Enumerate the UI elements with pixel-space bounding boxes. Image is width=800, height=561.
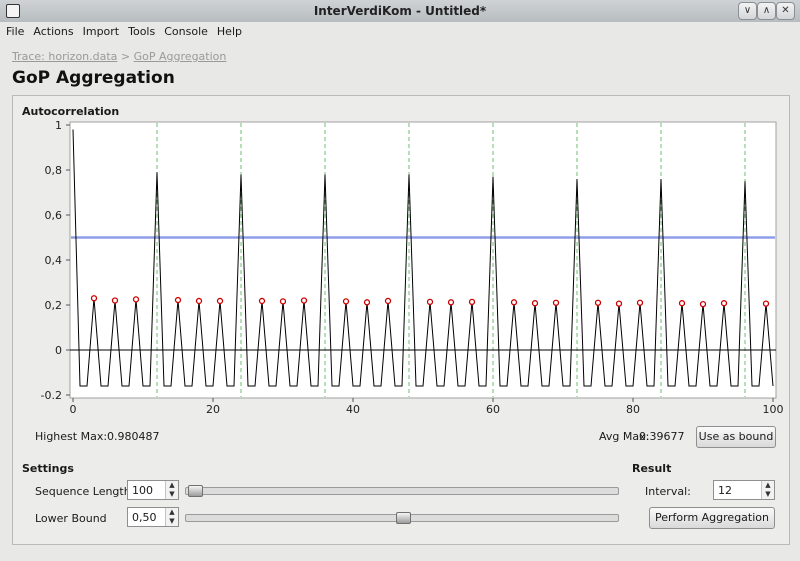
y-tick-label: 1 (55, 119, 62, 132)
menu-help[interactable]: Help (211, 22, 245, 38)
peak-marker (468, 298, 476, 306)
peak-marker (447, 299, 455, 306)
lower-bound-label: Lower Bound (35, 512, 107, 525)
peak-marker (531, 300, 539, 307)
minimize-icon[interactable]: ∨ (738, 2, 757, 20)
lower-bound-stepper-icon[interactable]: ▲ ▼ (165, 508, 178, 526)
y-tick-label: 0 (55, 344, 62, 357)
autocorrelation-chart: -0.2 0 0,2 0,4 0,6 0,8 1 0 20 40 60 80 100 (41, 119, 784, 416)
x-tick-label: 100 (763, 403, 784, 416)
lower-bound-slider[interactable] (185, 512, 619, 524)
peak-marker (699, 300, 707, 308)
peak-marker (762, 300, 770, 307)
close-icon[interactable]: ✕ (776, 2, 795, 20)
peak-marker (678, 300, 686, 307)
x-tick-label: 80 (626, 403, 640, 416)
interval-label: Interval: (645, 485, 691, 498)
aggregation-panel: Autocorrelation -0.2 0 0,2 0,4 0,6 0,8 1 0 20 40 6… (12, 95, 790, 545)
sequence-length-slider[interactable] (185, 485, 619, 497)
avg-max-value: 0.39677 (639, 430, 685, 443)
peak-marker (342, 298, 350, 305)
menu-file[interactable]: File (0, 22, 27, 38)
sequence-length-stepper-icon[interactable]: ▲ ▼ (165, 481, 178, 499)
peak-marker (216, 297, 224, 305)
settings-label: Settings (22, 462, 74, 475)
maximize-icon[interactable]: ∧ (757, 2, 776, 20)
interval-stepper-icon[interactable]: ▲ ▼ (761, 481, 774, 499)
peak-marker (279, 298, 287, 305)
peak-marker (132, 296, 140, 303)
breadcrumb-root[interactable]: Trace: horizon.data (12, 50, 117, 63)
y-tick-label: 0,4 (45, 254, 63, 267)
breadcrumb-current[interactable]: GoP Aggregation (134, 50, 227, 63)
menu-tools[interactable]: Tools (122, 22, 158, 38)
y-tick-label: 0,8 (45, 164, 63, 177)
interval-spinbox[interactable]: 12 ▲ ▼ (713, 480, 775, 500)
peak-marker (426, 298, 434, 306)
y-tick-label: -0.2 (41, 389, 62, 402)
peak-marker (510, 299, 518, 306)
lower-bound-value: 0,50 (132, 511, 157, 524)
sequence-length-slider-handle[interactable] (188, 485, 203, 497)
peak-marker (363, 299, 371, 306)
perform-aggregation-button[interactable]: Perform Aggregation (649, 507, 775, 529)
y-tick-label: 0,2 (45, 299, 63, 312)
x-tick-label: 40 (346, 403, 360, 416)
peak-marker (615, 300, 623, 307)
menu-actions[interactable]: Actions (27, 22, 76, 38)
menu-bar: File Actions Import Tools Console Help (0, 22, 800, 42)
peak-marker (90, 295, 98, 302)
breadcrumb-separator: > (120, 50, 131, 63)
menu-console[interactable]: Console (158, 22, 211, 38)
x-tick-label: 20 (206, 403, 220, 416)
lower-bound-slider-handle[interactable] (396, 512, 411, 524)
highest-max-value: 0.980487 (107, 430, 160, 443)
peak-marker (636, 299, 644, 306)
title-bar: InterVerdiKom - Untitled* ∨ ∧ ✕ (0, 0, 800, 23)
page-title: GoP Aggregation (12, 68, 175, 88)
x-tick-label: 60 (486, 403, 500, 416)
sequence-length-label: Sequence Length (35, 485, 131, 498)
highest-max-label: Highest Max: (35, 430, 108, 443)
result-label: Result (632, 462, 672, 475)
x-tick-label: 0 (70, 403, 77, 416)
y-tick-label: 0,6 (45, 209, 63, 222)
lower-bound-spinbox[interactable]: 0,50 ▲ ▼ (127, 507, 179, 527)
peak-marker (720, 300, 728, 307)
interval-value: 12 (718, 484, 732, 497)
window-title: InterVerdiKom - Untitled* (313, 4, 487, 18)
menu-import[interactable]: Import (77, 22, 123, 38)
peak-marker (195, 297, 203, 305)
peak-marker (111, 297, 119, 304)
sequence-length-spinbox[interactable]: 100 ▲ ▼ (127, 480, 179, 500)
peak-marker (258, 297, 266, 305)
breadcrumb: Trace: horizon.data > GoP Aggregation (12, 50, 226, 63)
peak-marker (174, 296, 182, 304)
peak-marker (384, 297, 392, 305)
sequence-length-value: 100 (132, 484, 153, 497)
peak-marker (552, 299, 560, 306)
plot-area (69, 121, 777, 399)
peak-marker (594, 299, 602, 306)
peak-marker (300, 297, 308, 304)
use-as-bound-button[interactable]: Use as bound (696, 426, 776, 448)
